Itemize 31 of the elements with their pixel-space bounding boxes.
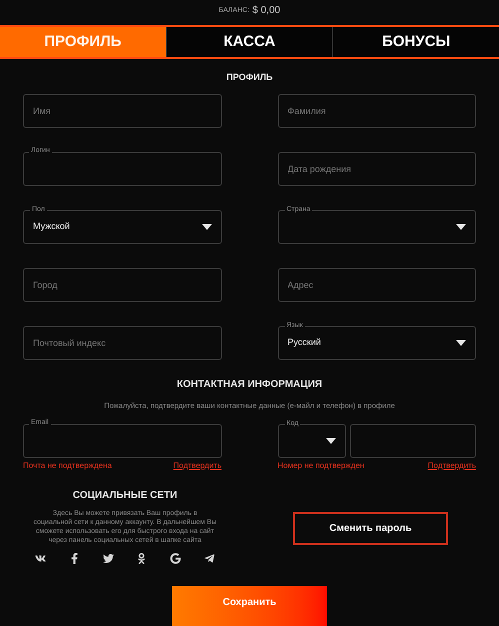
telegram-icon[interactable]: [204, 553, 215, 564]
caret-icon: [326, 438, 336, 444]
confirm-phone-link[interactable]: Подтвердить: [428, 460, 476, 472]
change-password-button[interactable]: Сменить пароль: [293, 512, 448, 545]
input-field[interactable]: [23, 152, 222, 186]
confirm-email-link[interactable]: Подтвердить: [173, 460, 222, 472]
vk-icon[interactable]: [35, 553, 46, 564]
google-icon[interactable]: [170, 553, 182, 564]
phone-field[interactable]: [350, 424, 476, 458]
phone-status: Номер не подтвержден: [278, 460, 364, 472]
section-heading: ПРОФИЛЬ: [226, 71, 273, 84]
section-heading: СОЦИАЛЬНЫЕ СЕТИ: [72, 489, 178, 503]
balance-value: $ 0,00: [252, 4, 280, 18]
email-status: Почта не подтверждена: [23, 460, 112, 472]
section-heading: КОНТАКТНАЯ ИНФОРМАЦИЯ: [176, 378, 322, 392]
odnoklassniki-icon[interactable]: [136, 553, 148, 564]
input-field[interactable]: Дата рождения: [278, 152, 476, 186]
caret-icon: [456, 224, 466, 230]
tab[interactable]: КАССА: [166, 26, 332, 58]
save-button[interactable]: Сохранить: [172, 586, 327, 626]
caret-icon: [202, 224, 212, 230]
input-field[interactable]: Почтовый индекс: [23, 326, 222, 360]
caret-icon: [456, 340, 466, 346]
tab[interactable]: БОНУСЫ: [332, 26, 499, 58]
input-field[interactable]: Имя: [23, 94, 222, 128]
input-field[interactable]: Фамилия: [278, 94, 476, 128]
input-field[interactable]: Город: [23, 268, 222, 302]
twitter-icon[interactable]: [102, 553, 114, 564]
email-field[interactable]: [23, 424, 222, 458]
input-field[interactable]: Адрес: [278, 268, 476, 302]
facebook-icon[interactable]: [68, 553, 80, 564]
